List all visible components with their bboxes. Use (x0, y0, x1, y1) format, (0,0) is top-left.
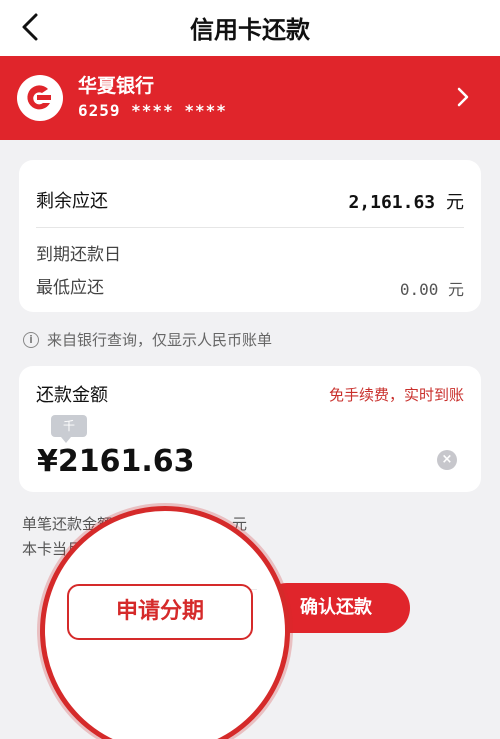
bill-notice: i 来自银行查询，仅显示人民币账单 (23, 329, 272, 350)
amount-label: 还款金额 (36, 385, 108, 406)
min-payment-label: 最低应还 (36, 278, 104, 298)
bill-summary-card: 剩余应还 2,161.63 元 到期还款日 最低应还 0.00 元 (19, 160, 481, 312)
card-number: 6259 **** **** (78, 101, 227, 120)
amount-input[interactable]: ¥2161.63 (37, 444, 195, 479)
bank-name: 华夏银行 (78, 75, 155, 97)
currency-unit: 元 (446, 192, 464, 213)
divider (36, 227, 464, 228)
due-date-label: 到期还款日 (36, 245, 121, 265)
bank-card-selector[interactable]: 华夏银行 6259 **** **** (0, 56, 500, 140)
remaining-label: 剩余应还 (36, 191, 108, 212)
repay-amount-card: 还款金额 免手续费，实时到账 千 ¥2161.63 × (19, 366, 481, 492)
apply-installment-button[interactable]: 申请分期 (67, 584, 253, 640)
notice-text: 来自银行查询，仅显示人民币账单 (47, 331, 273, 349)
clear-icon[interactable]: × (437, 450, 457, 470)
min-payment-value: 0.00 元 (400, 276, 464, 300)
nav-bar: 信用卡还款 (0, 0, 500, 56)
currency-unit: 元 (447, 280, 464, 299)
info-icon: i (23, 331, 39, 348)
chevron-right-icon[interactable] (456, 86, 470, 108)
remaining-amount: 2,161.63 (348, 192, 436, 213)
unit-badge: 千 (51, 415, 87, 443)
min-payment-amount: 0.00 (399, 280, 439, 299)
page-title: 信用卡还款 (190, 16, 310, 44)
remaining-value: 2,161.63 元 (348, 188, 464, 214)
bank-logo-icon (17, 75, 63, 121)
fee-note: 免手续费，实时到账 (328, 386, 464, 404)
